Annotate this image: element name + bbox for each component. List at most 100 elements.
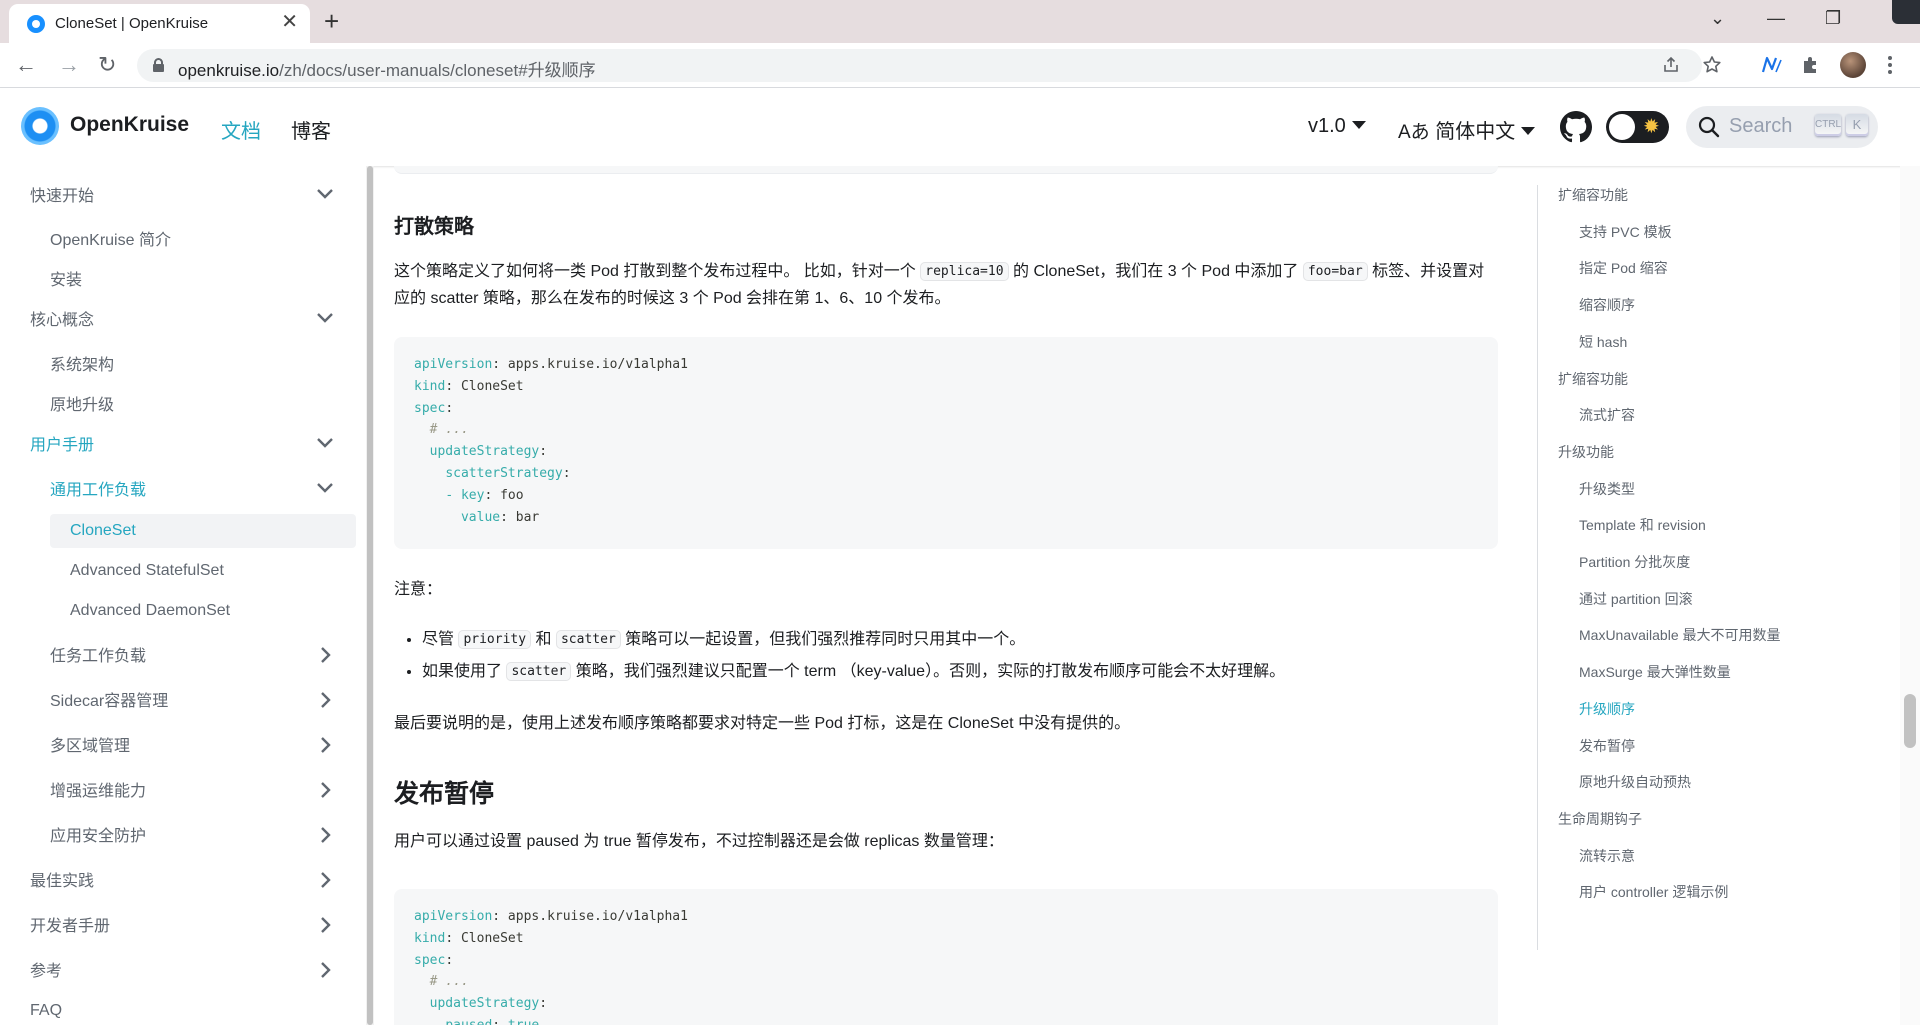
kbd-k: K [1846,114,1868,136]
sidebar-item-intro[interactable]: OpenKruise 简介 [50,226,171,250]
profile-avatar[interactable] [1840,52,1866,78]
extension-n-icon[interactable] [1761,55,1783,75]
toc-item[interactable]: 扩缩容功能 [1558,185,1628,205]
nav-docs-link[interactable]: 文档 [221,115,261,144]
toc-item[interactable]: Template 和 revision [1579,515,1706,535]
version-dropdown[interactable]: v1.0 [1308,115,1366,138]
code-line: updateStrategy: [429,444,548,460]
toc-item[interactable]: 通过 partition 回滚 [1579,589,1693,609]
tab-close-icon[interactable]: ✕ [281,11,298,33]
toc-item[interactable]: 支持 PVC 模板 [1579,222,1672,242]
sidebar-item-reference[interactable]: 参考 [30,957,62,981]
page-scrollbar[interactable] [1900,166,1920,1025]
toc-item[interactable]: 生命周期钩子 [1558,809,1642,829]
code-value: apps.kruise.io/v1alpha1 [500,357,688,372]
toc-item[interactable]: 原地升级自动预热 [1579,772,1691,792]
theme-toggle[interactable]: ✹ [1606,111,1669,143]
extensions-puzzle-icon[interactable] [1801,55,1821,75]
bookmark-star-icon[interactable] [1702,55,1722,75]
toc-item[interactable]: Partition 分批灰度 [1579,552,1690,572]
chevron-right-icon[interactable] [314,689,336,711]
code-value: CloneSet [453,378,524,394]
browser-menu-icon[interactable] [1887,55,1893,75]
nav-blog-link[interactable]: 博客 [291,115,331,144]
sidebar-item-workloads[interactable]: 通用工作负载 [50,476,146,500]
chevron-down-icon[interactable] [314,182,336,204]
toc-item[interactable]: 短 hash [1579,332,1627,352]
doc-content: 打散策略 这个策略定义了如何将一类 Pod 打散到整个发布过程中。 比如，针对一… [374,166,1536,1025]
sidebar-item-quick-start[interactable]: 快速开始 [30,182,94,206]
sidebar-item-cloneset[interactable]: CloneSet [70,522,136,540]
scatter-text-b: 的 CloneSet，我们在 3 个 Pod 中添加了 [1008,263,1303,280]
site-logo-text[interactable]: OpenKruise [70,113,189,137]
chevron-right-icon[interactable] [314,644,336,666]
search-button[interactable]: Search CTRL K [1686,106,1878,148]
note2-text-a: 如果使用了 [422,663,507,680]
address-bar[interactable]: openkruise.io/zh/docs/user-manuals/clone… [137,49,1721,82]
toc-item[interactable]: 升级顺序 [1579,699,1635,719]
forward-button[interactable]: → [58,51,80,79]
sidebar-item-ops[interactable]: 增强运维能力 [50,777,146,801]
sidebar-item-install[interactable]: 安装 [50,266,82,290]
sidebar-item-job-workloads[interactable]: 任务工作负载 [50,642,146,666]
chevron-right-icon[interactable] [314,779,336,801]
toc-item[interactable]: 流转示意 [1579,846,1635,866]
sidebar-item-core-concepts[interactable]: 核心概念 [30,306,94,330]
share-icon[interactable] [1662,56,1680,74]
chevron-right-icon[interactable] [314,914,336,936]
chevron-right-icon[interactable] [314,734,336,756]
sidebar-scrollbar-thumb[interactable] [367,166,373,1025]
sidebar-item-inplace-update[interactable]: 原地升级 [50,391,114,415]
sidebar-item-architecture[interactable]: 系统架构 [50,351,114,375]
paused-description: 用户可以通过设置 paused 为 true 暂停发布，不过控制器还是会做 re… [394,833,1004,850]
github-icon[interactable] [1560,111,1592,143]
sidebar-item-faq[interactable]: FAQ [30,1002,62,1020]
chevron-down-icon[interactable] [314,476,336,498]
browser-tab[interactable]: CloneSet | OpenKruise ✕ [9,4,310,43]
sidebar-item-sidecar[interactable]: Sidecar容器管理 [50,687,168,711]
language-dropdown[interactable]: Aあ 简体中文 [1398,115,1536,144]
browser-tab-bar: CloneSet | OpenKruise ✕ + ⌄ — ❐ [0,0,1920,43]
toc-item[interactable]: 升级功能 [1558,442,1614,462]
toc-item[interactable]: 发布暂停 [1579,736,1635,756]
chevron-right-icon[interactable] [314,824,336,846]
note1-text-a: 尽管 [422,631,459,648]
new-tab-button[interactable]: + [324,6,339,36]
chevron-down-icon[interactable] [314,431,336,453]
chevron-right-icon[interactable] [314,869,336,891]
chevron-right-icon[interactable] [314,959,336,981]
reload-button[interactable]: ↻ [98,51,116,79]
chevron-down-icon[interactable] [314,306,336,328]
minimize-button[interactable]: — [1767,6,1785,30]
toc-item[interactable]: 流式扩容 [1579,405,1635,425]
toc-item[interactable]: MaxUnavailable 最大不可用数量 [1579,625,1781,645]
page-scrollbar-thumb[interactable] [1904,694,1916,748]
toc-item[interactable]: 用户 controller 逻辑示例 [1579,882,1728,902]
sidebar-item-security[interactable]: 应用安全防护 [50,822,146,846]
sidebar-item-advanced-statefulset[interactable]: Advanced StatefulSet [70,562,224,580]
tab-search-dropdown-icon[interactable]: ⌄ [1710,6,1725,30]
url-text[interactable]: openkruise.io/zh/docs/user-manuals/clone… [178,56,596,81]
code-block-paused[interactable]: apiVersion: apps.kruise.io/v1alpha1 kind:… [394,889,1498,1025]
sidebar-item-advanced-daemonset[interactable]: Advanced DaemonSet [70,602,230,620]
code-value: bar [507,509,540,525]
sidebar-item-developer-manuals[interactable]: 开发者手册 [30,912,110,936]
sun-icon: ✹ [1643,116,1660,138]
lock-icon[interactable] [153,58,164,72]
code-block-scatter[interactable]: apiVersion: apps.kruise.io/v1alpha1 kind:… [394,337,1498,549]
sidebar-scrollbar[interactable] [366,166,374,1025]
sidebar-item-user-manuals[interactable]: 用户手册 [30,431,94,455]
heading-paused: 发布暂停 [394,780,495,808]
openkruise-logo-icon[interactable] [21,107,59,145]
back-button[interactable]: ← [15,51,37,79]
sidebar-item-best-practices[interactable]: 最佳实践 [30,867,94,891]
toc-item[interactable]: MaxSurge 最大弹性数量 [1579,662,1731,682]
toc-item[interactable]: 升级类型 [1579,479,1635,499]
toc-item[interactable]: 缩容顺序 [1579,295,1635,315]
code-line: apiVersion: apps.kruise.io/v1alpha1 [414,357,688,372]
restore-button[interactable]: ❐ [1825,6,1841,30]
toc-item[interactable]: 扩缩容功能 [1558,369,1628,389]
toc-item[interactable]: 指定 Pod 缩容 [1579,258,1668,278]
code-line: kind: CloneSet [414,378,524,394]
sidebar-item-multi-domain[interactable]: 多区域管理 [50,732,130,756]
